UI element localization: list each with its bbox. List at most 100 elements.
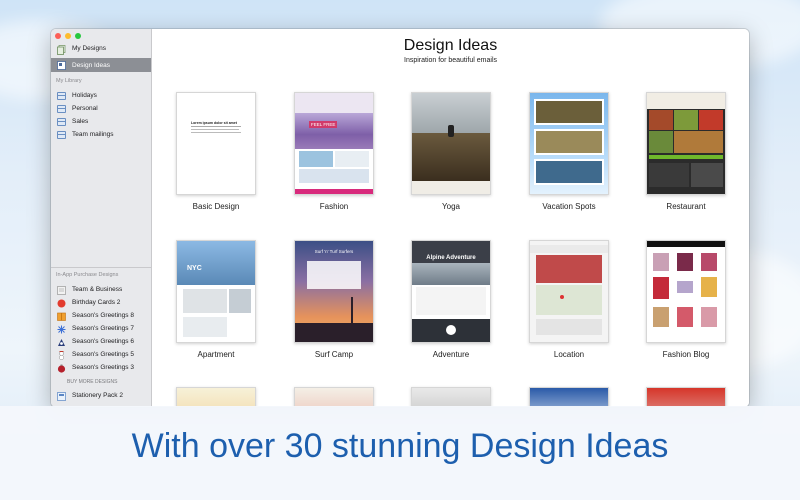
folder-icon: [57, 130, 66, 139]
sidebar-item-label: My Designs: [72, 45, 106, 52]
design-thumbnail: Lorem ipsum dolor sit amet: [176, 92, 256, 195]
my-library-header: My Library: [56, 78, 82, 84]
minimize-window-button[interactable]: [65, 33, 71, 39]
sidebar: My Designs Design Ideas My Library Holid…: [51, 29, 152, 407]
sidebar-item-label: Design Ideas: [72, 61, 110, 69]
santa-icon: [57, 338, 66, 346]
sidebar-item-sales[interactable]: Sales: [51, 115, 151, 128]
sidebar-item-holidays[interactable]: Holidays: [51, 89, 151, 102]
design-card-restaurant[interactable]: Restaurant: [646, 92, 726, 211]
sidebar-item-my-designs[interactable]: My Designs: [51, 41, 151, 56]
business-icon: [57, 285, 66, 295]
design-thumbnail: [646, 92, 726, 195]
sidebar-item-seasons-greetings-5[interactable]: Season's Greetings 5: [51, 348, 151, 361]
design-card-label: Apartment: [197, 350, 235, 359]
design-thumbnail: [646, 240, 726, 343]
app-window: My Designs Design Ideas My Library Holid…: [51, 29, 749, 407]
designs-stack-icon: [57, 44, 66, 55]
thumbnail-text: FEEL FREE: [309, 121, 338, 128]
sidebar-item-label: Season's Greetings 5: [72, 351, 134, 358]
sidebar-item-personal[interactable]: Personal: [51, 102, 151, 115]
sidebar-item-label: Season's Greetings 6: [72, 338, 134, 345]
sidebar-item-team-business[interactable]: Team & Business: [51, 283, 151, 296]
design-card-label: Yoga: [442, 202, 460, 211]
sidebar-item-design-ideas[interactable]: Design Ideas: [51, 58, 151, 72]
design-card-yoga[interactable]: Yoga: [411, 92, 491, 211]
sidebar-item-team-mailings[interactable]: Team mailings: [51, 128, 151, 141]
design-card[interactable]: [411, 387, 491, 407]
sidebar-divider: [51, 267, 151, 268]
design-card-label: Surf Camp: [314, 350, 354, 359]
design-card-fashion-blog[interactable]: Fashion Blog: [646, 240, 726, 359]
sidebar-item-label: Stationery Pack 2: [72, 392, 123, 399]
sidebar-item-label: Team & Business: [72, 286, 123, 293]
design-card-label: Vacation Spots: [542, 202, 596, 211]
design-thumbnail: FEEL FREE: [294, 92, 374, 195]
design-thumbnail: Surf 'n' Turf Surfers: [294, 240, 374, 343]
snowman-icon: [57, 350, 66, 360]
design-card-label: Location: [553, 350, 585, 359]
design-card-basic-design[interactable]: Lorem ipsum dolor sit amet Basic Design: [176, 92, 256, 211]
design-card-label: Fashion: [319, 202, 349, 211]
sidebar-item-label: Sales: [72, 118, 89, 125]
design-thumbnail: [529, 240, 609, 343]
design-card-label: Basic Design: [192, 202, 240, 211]
sidebar-item-label: Personal: [72, 105, 98, 112]
promo-banner: With over 30 stunning Design Ideas: [0, 406, 800, 500]
design-card[interactable]: [176, 387, 256, 407]
design-card-adventure[interactable]: Alpine Adventure Adventure: [411, 240, 491, 359]
sidebar-item-seasons-greetings-7[interactable]: Season's Greetings 7: [51, 322, 151, 335]
in-app-purchase-header: In-App Purchase Designs: [56, 272, 119, 278]
sidebar-item-birthday-cards-2[interactable]: Birthday Cards 2: [51, 296, 151, 309]
folder-icon: [57, 91, 66, 100]
design-thumbnail: [529, 387, 609, 407]
sidebar-item-label: Season's Greetings 3: [72, 364, 134, 371]
design-card[interactable]: [529, 387, 609, 407]
balloon-icon: [57, 299, 66, 307]
thumbnail-text: Surf 'n' Turf Surfers: [314, 249, 354, 254]
sidebar-item-seasons-greetings-3[interactable]: Season's Greetings 3: [51, 361, 151, 374]
promo-banner-text: With over 30 stunning Design Ideas: [131, 427, 669, 465]
sidebar-item-seasons-greetings-8[interactable]: Season's Greetings 8: [51, 309, 151, 322]
design-card-surf-camp[interactable]: Surf 'n' Turf Surfers Surf Camp: [294, 240, 374, 359]
design-card-fashion[interactable]: FEEL FREE Fashion: [294, 92, 374, 211]
design-card[interactable]: [646, 387, 726, 407]
gift-box-icon: [57, 312, 66, 321]
design-card-label: Adventure: [432, 350, 470, 359]
design-card-label: Restaurant: [666, 202, 706, 211]
design-thumbnail: [529, 92, 609, 195]
close-window-button[interactable]: [55, 33, 61, 39]
sidebar-item-label: Holidays: [72, 92, 97, 99]
design-ideas-panel: Design Ideas Inspiration for beautiful e…: [152, 29, 749, 407]
design-card-apartment[interactable]: NYC Apartment: [176, 240, 256, 359]
design-thumbnail: [646, 387, 726, 407]
thumbnail-text: Alpine Adventure: [426, 255, 476, 261]
design-ideas-icon: [57, 61, 66, 70]
stationery-icon: [57, 391, 66, 401]
thumbnail-text: NYC: [187, 265, 202, 272]
sidebar-item-seasons-greetings-6[interactable]: Season's Greetings 6: [51, 335, 151, 348]
design-thumbnail: [411, 92, 491, 195]
design-card-vacation-spots[interactable]: Vacation Spots: [529, 92, 609, 211]
sidebar-item-label: Birthday Cards 2: [72, 299, 121, 306]
design-thumbnail: Alpine Adventure: [411, 240, 491, 343]
sidebar-item-label: Season's Greetings 7: [72, 325, 134, 332]
page-title: Design Ideas: [403, 37, 498, 54]
thumbnail-text: Lorem ipsum dolor sit amet: [191, 121, 237, 125]
ornament-icon: [57, 364, 66, 373]
design-card[interactable]: [294, 387, 374, 407]
page-subtitle: Inspiration for beautiful emails: [404, 57, 497, 64]
design-thumbnail: [411, 387, 491, 407]
sidebar-item-stationery-pack-2[interactable]: Stationery Pack 2: [51, 389, 151, 402]
zoom-window-button[interactable]: [75, 33, 81, 39]
snowflake-icon: [57, 325, 66, 333]
sidebar-item-label: Team mailings: [72, 131, 114, 138]
buy-more-designs-header: BUY MORE DESIGNS: [67, 379, 118, 385]
design-card-label: Fashion Blog: [662, 350, 710, 359]
window-controls: [55, 33, 81, 39]
design-thumbnail: [176, 387, 256, 407]
design-card-location[interactable]: Location: [529, 240, 609, 359]
sidebar-item-label: Season's Greetings 8: [72, 312, 134, 319]
folder-icon: [57, 117, 66, 126]
folder-icon: [57, 104, 66, 113]
